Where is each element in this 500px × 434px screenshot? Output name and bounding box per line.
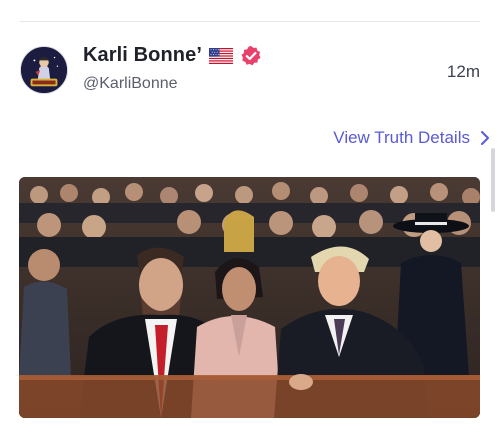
- post-photo[interactable]: [19, 177, 480, 418]
- view-truth-details-label: View Truth Details: [333, 128, 470, 147]
- scrollbar-thumb[interactable]: [491, 148, 495, 212]
- view-truth-details-link[interactable]: View Truth Details: [333, 128, 490, 148]
- us-flag-icon: [209, 47, 233, 64]
- post-timestamp[interactable]: 12m: [447, 62, 480, 82]
- photo-church-audience: [19, 177, 480, 418]
- top-divider: [20, 21, 480, 22]
- author-name-row[interactable]: Karli Bonne’: [83, 44, 262, 67]
- author-display-name: Karli Bonne’: [83, 44, 202, 66]
- verified-badge-icon: [241, 45, 261, 65]
- chevron-right-icon: [481, 131, 489, 145]
- post-header: Karli Bonne’ @KarliBonne 12m: [20, 42, 480, 98]
- avatar-image: [21, 47, 67, 93]
- author-handle[interactable]: @KarliBonne: [83, 75, 178, 93]
- author-avatar[interactable]: [20, 46, 68, 94]
